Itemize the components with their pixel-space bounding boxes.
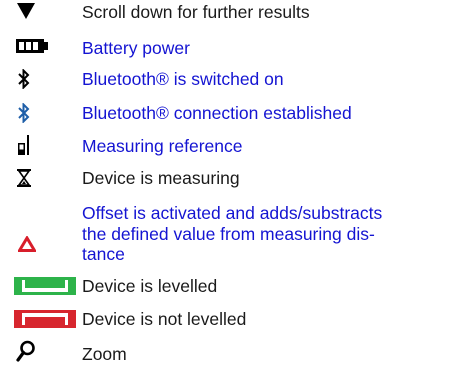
legend-label-offset[interactable]: Offset is activated and adds/substracts … [82,203,382,265]
legend-row-device-measuring: Device is measuring [0,165,453,191]
legend-label-not-levelled: Device is not levelled [82,309,247,329]
legend-label-device-measuring: Device is measuring [82,168,240,188]
battery-icon [16,39,48,53]
legend-label-offset-line-1: Offset is activated and adds/substracts [82,203,383,223]
legend-label-offset-line-3: tance [82,244,125,264]
legend-label-bluetooth-on[interactable]: Bluetooth® is switched on [82,69,284,89]
legend-row-battery: Battery power [0,34,453,60]
legend-label-battery[interactable]: Battery power [82,38,190,58]
legend-row-bluetooth-on: Bluetooth® is switched on [0,66,453,92]
legend-row-offset: Offset is activated and adds/substracts … [0,200,453,270]
legend-label-measuring-reference[interactable]: Measuring reference [82,136,243,156]
legend-label-zoom: Zoom [82,344,127,364]
legend-row-bluetooth-connected: Bluetooth® connection established [0,100,453,126]
zoom-icon [16,340,35,362]
bluetooth-icon [18,69,30,89]
bluetooth-connected-icon [18,103,30,123]
icon-legend: Scroll down for further results Battery … [0,0,453,376]
legend-label-bluetooth-connected[interactable]: Bluetooth® connection established [82,103,352,123]
legend-row-scroll-down: Scroll down for further results [0,0,453,26]
legend-row-not-levelled: Device is not levelled [0,306,453,332]
measuring-reference-icon [18,135,29,155]
level-not-ok-icon [14,310,76,328]
legend-label-offset-line-2: the defined value from measuring dis- [82,223,375,244]
legend-row-zoom: Zoom [0,338,453,368]
hourglass-icon [17,169,31,187]
legend-row-levelled: Device is levelled [0,273,453,299]
legend-row-measuring-reference: Measuring reference [0,132,453,158]
offset-triangle-icon [18,236,36,252]
legend-label-levelled: Device is levelled [82,276,218,296]
triangle-down-icon [17,3,35,19]
level-ok-icon [14,277,76,295]
legend-label-scroll-down: Scroll down for further results [82,2,310,22]
